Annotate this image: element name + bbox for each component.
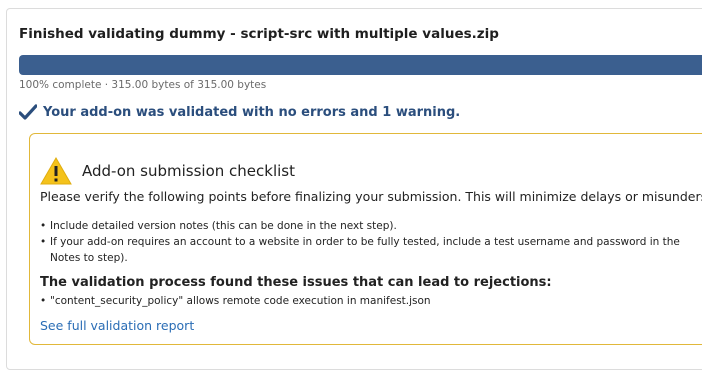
checklist-item: Include detailed version notes (this can… bbox=[40, 218, 702, 234]
checklist-items: Include detailed version notes (this can… bbox=[40, 218, 702, 266]
checklist-item: If your add-on requires an account to a … bbox=[40, 234, 700, 266]
result-message: Your add-on was validated with no errors… bbox=[43, 104, 461, 120]
validation-result: Your add-on was validated with no errors… bbox=[19, 104, 460, 120]
progress-label: 100% complete · 315.00 bytes of 315.00 b… bbox=[19, 79, 267, 91]
progress-bar bbox=[19, 55, 702, 75]
validation-title: Finished validating dummy - script-src w… bbox=[19, 26, 499, 42]
issues-heading: The validation process found these issue… bbox=[40, 275, 552, 290]
checklist-title: Add-on submission checklist bbox=[82, 162, 296, 180]
issues-list: "content_security_policy" allows remote … bbox=[40, 293, 431, 309]
issue-item: "content_security_policy" allows remote … bbox=[40, 293, 431, 309]
checklist-intro: Please verify the following points befor… bbox=[40, 189, 702, 204]
check-icon bbox=[19, 104, 37, 120]
full-report-link[interactable]: See full validation report bbox=[40, 318, 194, 333]
progress-fill bbox=[19, 55, 702, 75]
warning-icon bbox=[40, 156, 72, 185]
submission-checklist: Add-on submission checklist Please verif… bbox=[29, 133, 702, 345]
